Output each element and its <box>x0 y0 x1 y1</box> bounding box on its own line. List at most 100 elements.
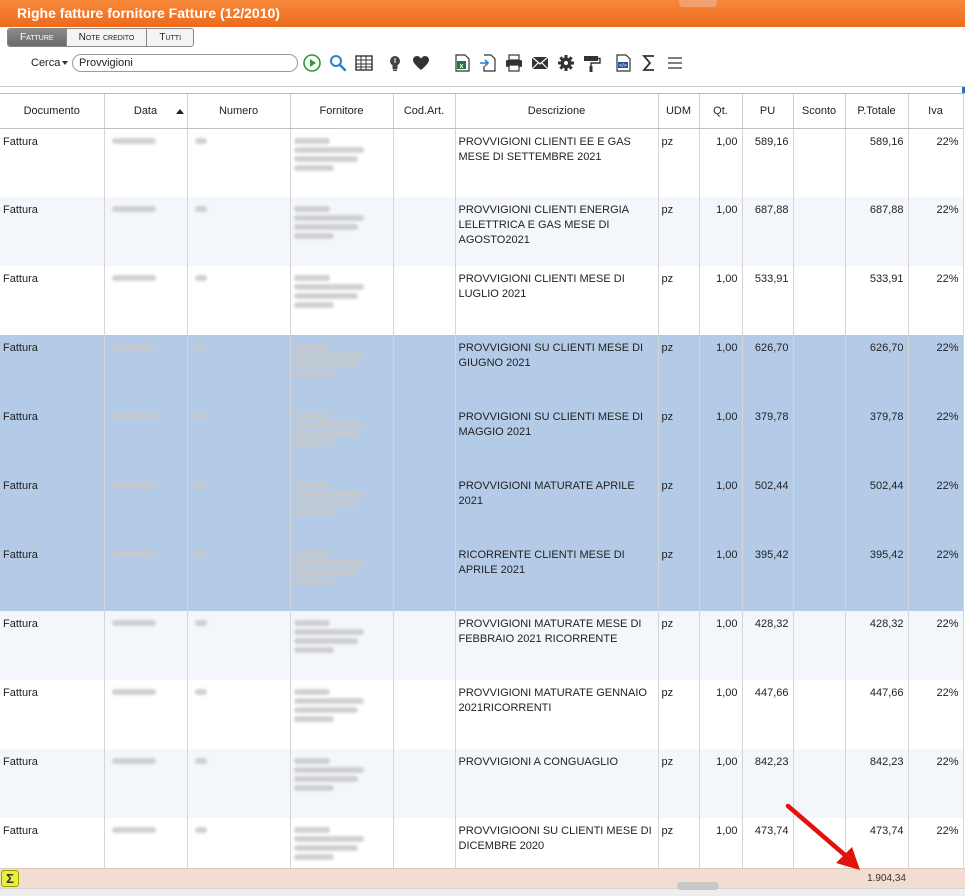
column-header-documento[interactable]: Documento <box>0 94 105 129</box>
column-header-sconto[interactable]: Sconto <box>793 94 846 129</box>
column-header-pu[interactable]: PU <box>742 94 794 129</box>
table-row[interactable]: Fattura PROVVIGIONI MATURATE APRILE 2021 p… <box>0 473 964 542</box>
column-header-numero[interactable]: Numero <box>187 94 291 129</box>
cell-sconto <box>793 473 846 542</box>
tab-fatture[interactable]: Fatture <box>8 29 67 46</box>
chevron-down-icon[interactable] <box>62 61 68 65</box>
cell-documento: Fattura <box>0 542 105 611</box>
tab-tutti[interactable]: Tutti <box>147 29 193 46</box>
cell-codart <box>393 335 456 404</box>
cell-fornitore-redacted <box>290 611 394 680</box>
cell-documento: Fattura <box>0 404 105 473</box>
resize-grip-top[interactable] <box>679 0 717 7</box>
bottom-bar <box>0 882 965 896</box>
excel-icon[interactable]: x <box>452 53 472 73</box>
cell-sconto <box>793 404 846 473</box>
table-row[interactable]: Fattura PROVVIGIONI MATURATE GENNAIO 2021… <box>0 680 964 749</box>
xml-icon[interactable]: </> <box>613 53 633 73</box>
cell-fornitore-redacted <box>290 542 394 611</box>
cell-iva: 22% <box>908 749 964 818</box>
cell-pu: 395,42 <box>742 542 794 611</box>
cell-descrizione: PROVVIGIONI SU CLIENTI MESE DI GIUGNO 20… <box>455 335 659 404</box>
table-row[interactable]: Fattura PROVVIGIONI CLIENTI ENERGIA LELET… <box>0 197 964 266</box>
cell-ptotale: 428,32 <box>845 611 909 680</box>
column-header-qt[interactable]: Qt. <box>699 94 743 129</box>
cell-fornitore-redacted <box>290 404 394 473</box>
cell-data-redacted <box>104 197 188 266</box>
cell-fornitore-redacted <box>290 749 394 818</box>
column-header-cod-art[interactable]: Cod.Art. <box>393 94 456 129</box>
cell-udm: pz <box>658 680 700 749</box>
tab-note-credito[interactable]: Note credito <box>67 29 148 46</box>
play-icon[interactable] <box>302 53 322 73</box>
cell-numero-redacted <box>187 818 291 868</box>
cell-sconto <box>793 197 846 266</box>
column-header-udm[interactable]: UDM <box>658 94 700 129</box>
column-header-data[interactable]: Data <box>104 94 188 129</box>
cell-udm: pz <box>658 473 700 542</box>
paint-roller-icon[interactable] <box>582 53 602 73</box>
cell-numero-redacted <box>187 611 291 680</box>
cell-udm: pz <box>658 197 700 266</box>
mail-icon[interactable] <box>530 53 550 73</box>
resize-grip-bottom[interactable] <box>677 882 719 890</box>
table-icon[interactable] <box>354 53 374 73</box>
table-row[interactable]: Fattura PROVVIGIONI SU CLIENTI MESE DI MA… <box>0 404 964 473</box>
cell-descrizione: PROVVIGIONI SU CLIENTI MESE DI MAGGIO 20… <box>455 404 659 473</box>
search-icon[interactable] <box>328 53 348 73</box>
cell-udm: pz <box>658 404 700 473</box>
column-header-descrizione[interactable]: Descrizione <box>455 94 659 129</box>
cell-codart <box>393 680 456 749</box>
column-header-data-label: Data <box>133 104 158 117</box>
cell-sconto <box>793 335 846 404</box>
cell-sconto <box>793 266 846 335</box>
cell-udm: pz <box>658 335 700 404</box>
lightbulb-icon[interactable] <box>385 53 405 73</box>
gear-icon[interactable] <box>556 53 576 73</box>
column-header-iva[interactable]: Iva <box>908 94 964 129</box>
cell-iva: 22% <box>908 128 964 197</box>
table-row[interactable]: Fattura PROVVIGIONI CLIENTI MESE DI LUGLI… <box>0 266 964 335</box>
column-header-fornitore[interactable]: Fornitore <box>290 94 394 129</box>
table-row[interactable]: Fattura RICORRENTE CLIENTI MESE DI APRILE… <box>0 542 964 611</box>
cell-descrizione: PROVVIGIONI CLIENTI ENERGIA LELETTRICA E… <box>455 197 659 266</box>
sum-toggle-button[interactable]: Σ <box>1 870 19 887</box>
svg-text:</>: </> <box>619 63 627 69</box>
table-row[interactable]: Fattura PROVVIGIONI SU CLIENTI MESE DI GI… <box>0 335 964 404</box>
cell-fornitore-redacted <box>290 473 394 542</box>
cell-codart <box>393 818 456 868</box>
cell-fornitore-redacted <box>290 266 394 335</box>
sum-icon[interactable] <box>639 53 659 73</box>
search-mode-dropdown[interactable]: Cerca <box>31 57 60 69</box>
cell-pu: 447,66 <box>742 680 794 749</box>
cell-descrizione: PROVVIGIONI CLIENTI EE E GAS MESE DI SET… <box>455 128 659 197</box>
cell-data-redacted <box>104 266 188 335</box>
cell-documento: Fattura <box>0 749 105 818</box>
table-row[interactable]: Fattura PROVVIGIONI CLIENTI EE E GAS MESE… <box>0 128 964 197</box>
heart-icon[interactable] <box>411 53 431 73</box>
cell-ptotale: 589,16 <box>845 128 909 197</box>
menu-icon[interactable] <box>665 53 685 73</box>
table-row[interactable]: Fattura PROVVIGIONI MATURATE MESE DI FEBB… <box>0 611 964 680</box>
cell-qt: 1,00 <box>699 680 743 749</box>
cell-numero-redacted <box>187 680 291 749</box>
cell-codart <box>393 266 456 335</box>
cell-iva: 22% <box>908 266 964 335</box>
sort-ascending-icon <box>175 109 184 114</box>
invoice-lines-table: Documento Data Numero Fornitore Cod.Art.… <box>0 94 964 868</box>
cell-qt: 1,00 <box>699 335 743 404</box>
svg-text:x: x <box>460 63 464 70</box>
import-icon[interactable] <box>478 53 498 73</box>
cell-ptotale: 687,88 <box>845 197 909 266</box>
cell-fornitore-redacted <box>290 128 394 197</box>
cell-data-redacted <box>104 335 188 404</box>
cell-descrizione: PROVVIGIONI A CONGUAGLIO <box>455 749 659 818</box>
cell-fornitore-redacted <box>290 335 394 404</box>
print-icon[interactable] <box>504 53 524 73</box>
window-titlebar: Righe fatture fornitore Fatture (12/2010… <box>0 0 965 27</box>
cell-data-redacted <box>104 818 188 868</box>
cell-udm: pz <box>658 266 700 335</box>
search-input[interactable] <box>72 54 298 72</box>
cell-qt: 1,00 <box>699 611 743 680</box>
column-header-ptotale[interactable]: P.Totale <box>845 94 909 129</box>
